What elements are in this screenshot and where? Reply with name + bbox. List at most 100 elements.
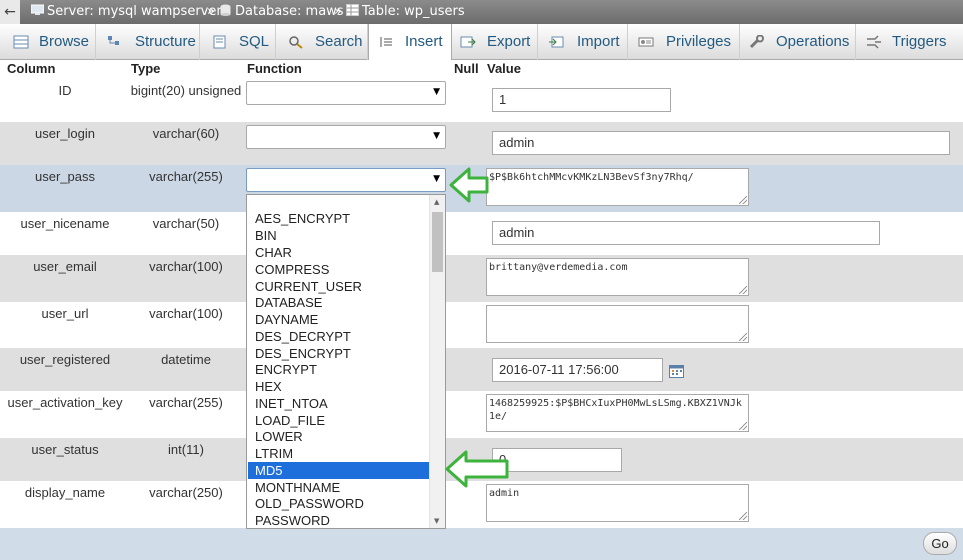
tab-browse[interactable]: Browse xyxy=(0,24,96,60)
column-type: varchar(50) xyxy=(152,216,220,231)
resize-grip-icon[interactable] xyxy=(739,286,747,294)
dropdown-option[interactable]: BIN xyxy=(248,227,429,244)
column-type: bigint(20) unsigned xyxy=(130,83,242,98)
dropdown-option[interactable]: AES_ENCRYPT xyxy=(248,210,429,227)
annotation-arrow-icon xyxy=(445,450,509,488)
dropdown-option[interactable]: HEX xyxy=(248,378,429,395)
table-tabs: Browse Structure SQL Search Insert Expor… xyxy=(0,24,963,61)
table-icon xyxy=(346,4,359,16)
tab-import[interactable]: Import xyxy=(538,24,628,60)
value-textarea[interactable]: 1468259925:$P$BHCxIuxPH0MwLsLSmg.KBXZ1VN… xyxy=(486,394,749,432)
tab-operations[interactable]: Operations xyxy=(740,24,856,60)
value-textarea[interactable]: admin xyxy=(486,484,749,522)
structure-icon xyxy=(108,36,119,45)
dropdown-option[interactable]: DATABASE xyxy=(248,294,429,311)
tab-label: SQL xyxy=(239,33,270,50)
breadcrumb-separator: » xyxy=(334,4,342,19)
dropdown-scrollbar[interactable]: ▲ ▼ xyxy=(429,195,445,528)
dropdown-arrow-icon: ▼ xyxy=(433,131,440,141)
function-select[interactable]: ▼ xyxy=(246,125,446,149)
dropdown-option[interactable]: COMPRESS xyxy=(248,261,429,278)
dropdown-option[interactable]: ENCRYPT xyxy=(248,361,429,378)
insert-table-header: Column Type Function Null Value xyxy=(0,60,963,78)
scroll-down-icon[interactable]: ▼ xyxy=(434,517,439,525)
table-row: user_url varchar(100) xyxy=(0,302,963,348)
calendar-icon[interactable] xyxy=(669,364,684,378)
value-input[interactable]: admin xyxy=(492,131,950,155)
function-select-open[interactable]: ▼ xyxy=(246,168,446,192)
value-textarea[interactable]: $P$Bk6htchMMcvKMKzLN3BevSf3ny7Rhq/ xyxy=(486,168,749,206)
tab-label: Import xyxy=(577,33,620,50)
column-type: varchar(250) xyxy=(149,485,223,500)
scrollbar-thumb[interactable] xyxy=(432,212,443,272)
resize-grip-icon[interactable] xyxy=(739,422,747,430)
dropdown-option[interactable]: CHAR xyxy=(248,244,429,261)
function-dropdown-list[interactable]: AES_ENCRYPT BIN CHAR COMPRESS CURRENT_US… xyxy=(246,194,446,529)
table-row: user_login varchar(60) ▼ admin xyxy=(0,122,963,165)
go-button[interactable]: Go xyxy=(923,532,957,555)
breadcrumb-table[interactable]: Table: wp_users xyxy=(346,0,465,24)
resize-grip-icon[interactable] xyxy=(739,333,747,341)
value-input[interactable]: 1 xyxy=(492,88,671,112)
type-header: Type xyxy=(131,61,161,76)
resize-grip-icon[interactable] xyxy=(739,196,747,204)
browse-icon xyxy=(13,35,29,49)
table-row: user_nicename varchar(50) admin xyxy=(0,212,963,255)
dropdown-option[interactable]: LOAD_FILE xyxy=(248,412,429,429)
dropdown-option[interactable]: DES_ENCRYPT xyxy=(248,345,429,362)
column-name: user_registered xyxy=(19,352,111,367)
dropdown-option[interactable]: INET_NTOA xyxy=(248,395,429,412)
value-input[interactable]: 0 xyxy=(492,448,622,472)
scroll-up-icon[interactable]: ▲ xyxy=(434,198,439,206)
dropdown-option[interactable]: OLD_PASSWORD xyxy=(248,495,429,512)
column-name: user_url xyxy=(41,306,89,321)
tab-structure[interactable]: Structure xyxy=(96,24,200,60)
database-icon xyxy=(220,4,231,16)
tab-label: Insert xyxy=(405,33,443,50)
dropdown-option[interactable]: DAYNAME xyxy=(248,311,429,328)
breadcrumb-database-label: Database: maws xyxy=(235,4,344,19)
dropdown-option[interactable]: LTRIM xyxy=(248,445,429,462)
value-text: $P$Bk6htchMMcvKMKzLN3BevSf3ny7Rhq/ xyxy=(489,172,694,183)
column-name: user_status xyxy=(31,442,99,457)
value-textarea[interactable]: brittany@verdemedia.com xyxy=(486,258,749,296)
column-type: int(11) xyxy=(168,442,204,457)
tab-privileges[interactable]: Privileges xyxy=(628,24,740,60)
dropdown-option[interactable]: LOWER xyxy=(248,428,429,445)
datetime-input[interactable]: 2016-07-11 17:56:00 xyxy=(492,358,663,382)
tab-label: Search xyxy=(315,33,363,50)
table-row: user_activation_key varchar(255) 1468259… xyxy=(0,391,963,438)
value-textarea[interactable] xyxy=(486,305,749,343)
resize-grip-icon[interactable] xyxy=(739,512,747,520)
tab-label: Structure xyxy=(135,33,196,50)
tab-sql[interactable]: SQL xyxy=(200,24,276,60)
tab-search[interactable]: Search xyxy=(276,24,368,60)
tab-triggers[interactable]: Triggers xyxy=(856,24,963,60)
value-text: brittany@verdemedia.com xyxy=(489,262,628,273)
function-select[interactable]: ▼ xyxy=(246,81,446,105)
column-type: varchar(100) xyxy=(149,306,223,321)
sql-icon xyxy=(213,35,226,49)
column-name: user_email xyxy=(33,259,97,274)
dropdown-option[interactable]: MONTHNAME xyxy=(248,479,429,496)
dropdown-option[interactable]: CURRENT_USER xyxy=(248,278,429,295)
tab-insert[interactable]: Insert xyxy=(368,24,452,61)
dropdown-option-selected[interactable]: MD5 xyxy=(248,462,429,479)
breadcrumb-separator: » xyxy=(207,4,215,19)
import-icon xyxy=(549,36,564,48)
dropdown-option[interactable]: PASSWORD xyxy=(248,512,429,529)
breadcrumb-server[interactable]: Server: mysql wampserver xyxy=(31,0,222,24)
tab-label: Export xyxy=(487,33,531,50)
column-name: display_name xyxy=(24,485,106,500)
tab-export[interactable]: Export xyxy=(452,24,538,60)
null-header: Null xyxy=(454,61,479,76)
triggers-icon xyxy=(867,35,881,49)
breadcrumb: ← Server: mysql wampserver » Database: m… xyxy=(0,0,963,24)
value-input[interactable]: admin xyxy=(492,221,880,245)
back-arrow-icon[interactable]: ← xyxy=(0,0,20,24)
dropdown-option[interactable]: DES_DECRYPT xyxy=(248,328,429,345)
breadcrumb-database[interactable]: Database: maws xyxy=(219,0,344,24)
column-name: user_pass xyxy=(35,169,95,184)
column-type: varchar(255) xyxy=(149,395,223,410)
table-row: user_email varchar(100) brittany@verdeme… xyxy=(0,255,963,302)
